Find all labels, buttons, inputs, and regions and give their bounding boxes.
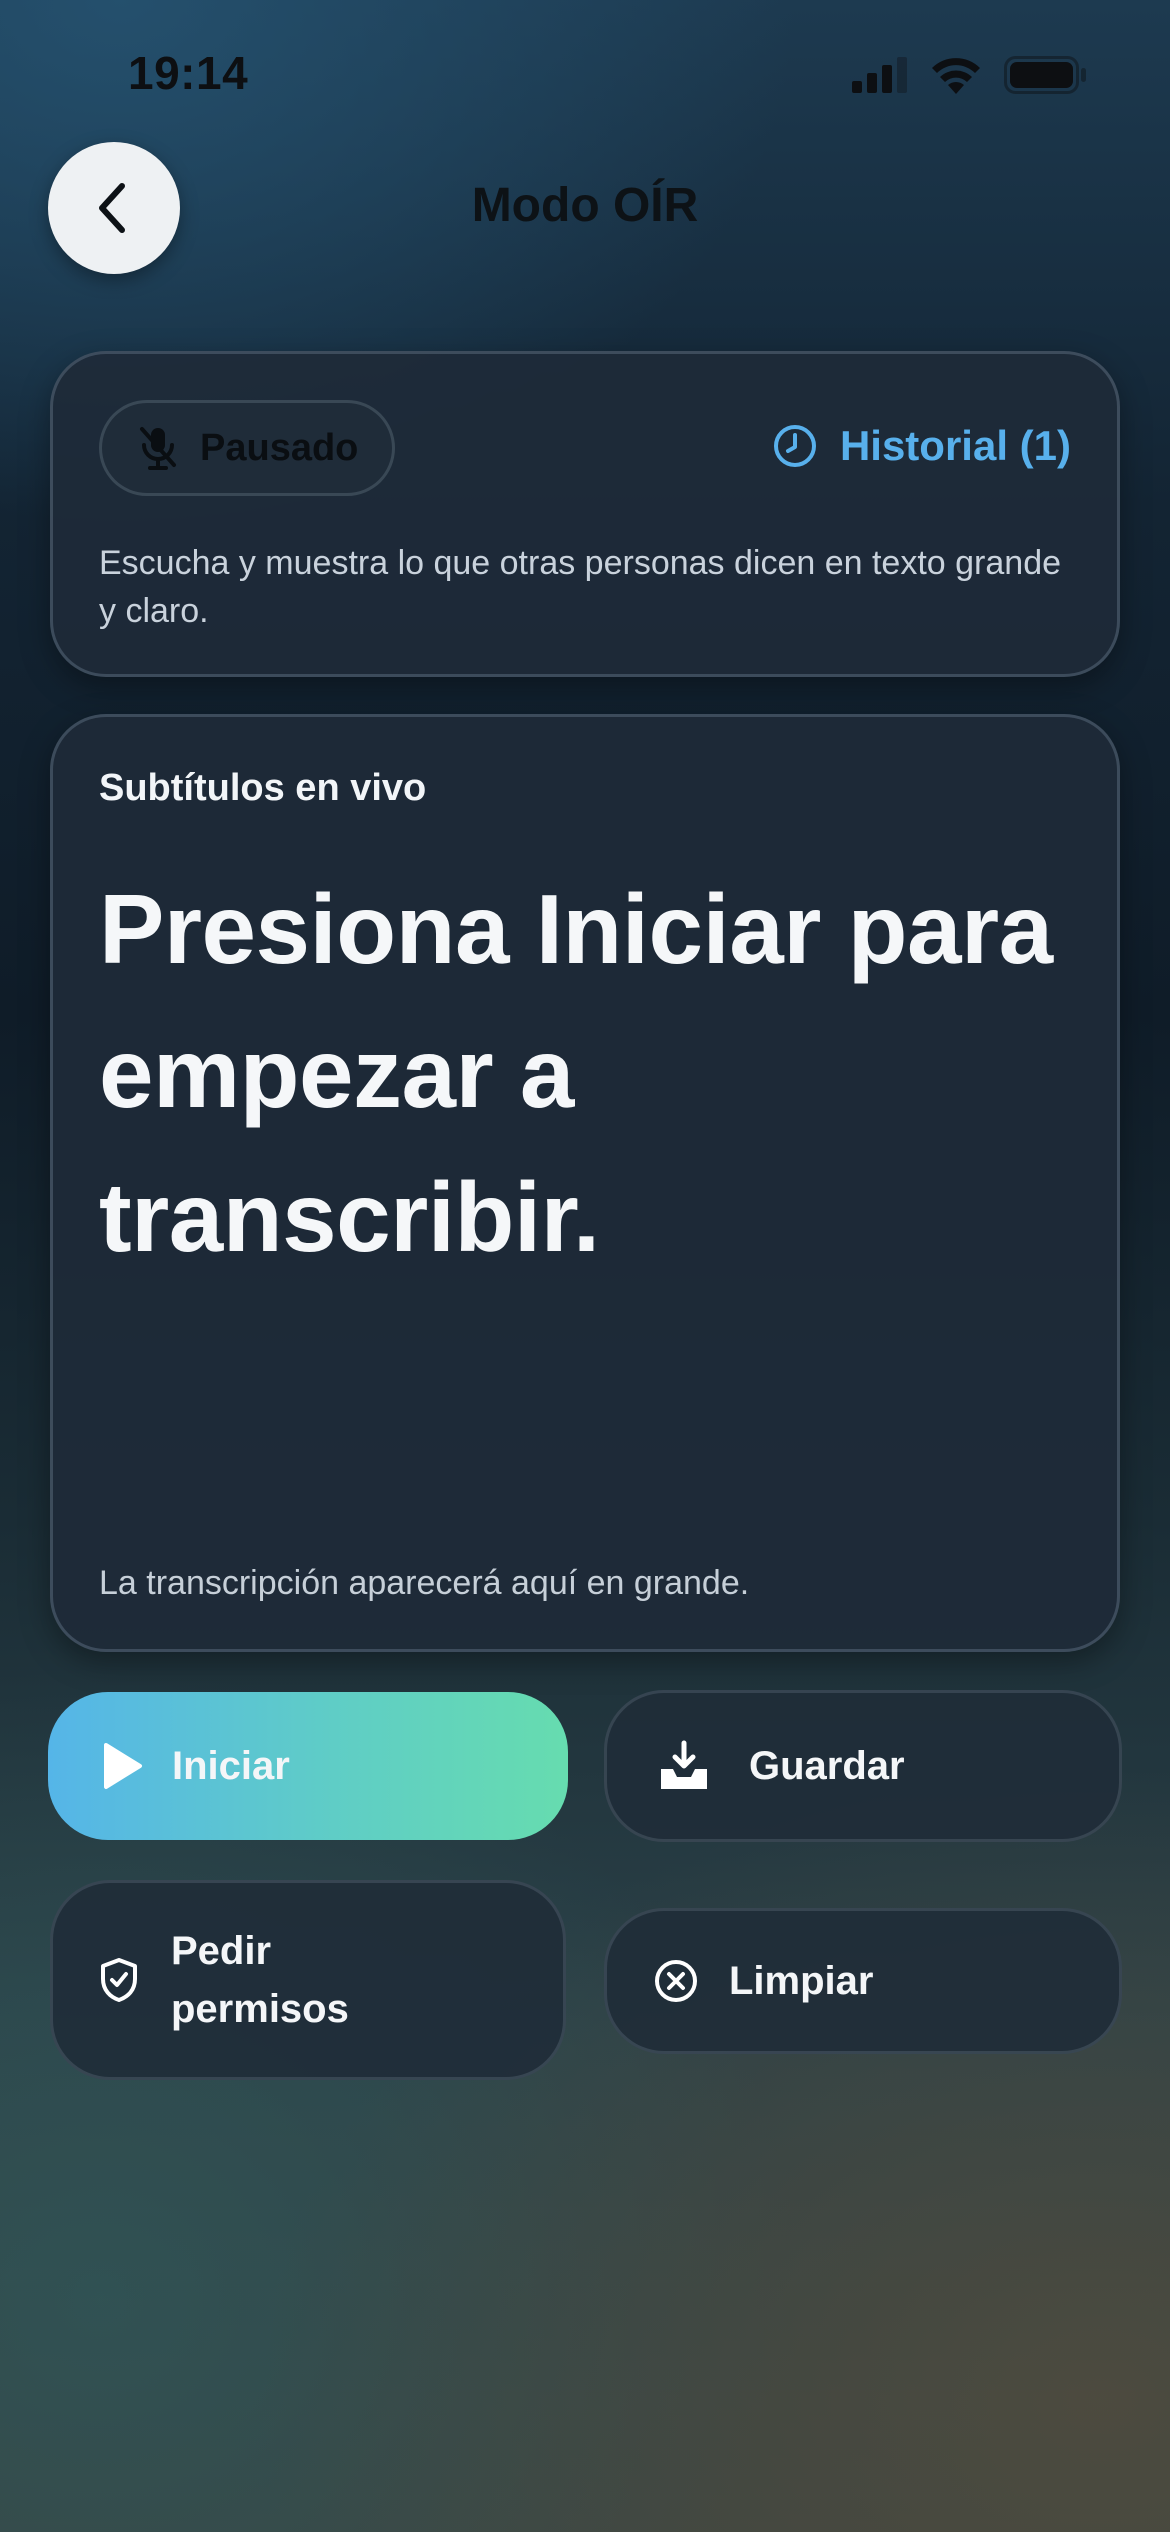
status-card: Pausado Historial (1) Escucha y muestra … xyxy=(50,351,1120,677)
signal-icon xyxy=(852,57,907,93)
download-tray-icon xyxy=(661,1740,707,1789)
start-button[interactable]: Iniciar xyxy=(48,1692,568,1840)
save-button[interactable]: Guardar xyxy=(604,1690,1122,1842)
status-pill: Pausado xyxy=(99,400,395,496)
status-pill-label: Pausado xyxy=(200,426,359,469)
shield-check-icon xyxy=(101,1958,137,2002)
live-subtitles-card: Subtítulos en vivo Presiona Iniciar para… xyxy=(50,714,1120,1652)
live-subtitles-title: Subtítulos en vivo xyxy=(99,767,427,809)
status-time: 19:14 xyxy=(128,47,249,99)
save-button-label: Guardar xyxy=(749,1743,905,1788)
status-description: Escucha y muestra lo que otras personas … xyxy=(99,544,1062,630)
wifi-icon xyxy=(932,58,980,94)
x-circle-icon xyxy=(655,1960,697,2002)
clock-icon xyxy=(773,425,816,467)
battery-icon xyxy=(1004,56,1086,94)
history-label: Historial (1) xyxy=(839,422,1071,469)
request-permissions-label: Pedir permisos xyxy=(171,1929,349,2031)
history-button[interactable]: Historial (1) xyxy=(772,422,1071,470)
transcription-hint: La transcripción aparecerá aquí en grand… xyxy=(99,1564,750,1602)
mic-off-icon xyxy=(140,427,176,470)
start-button-label: Iniciar xyxy=(172,1743,290,1788)
clear-button[interactable]: Limpiar xyxy=(604,1908,1122,2054)
page-title: Modo OÍR xyxy=(471,179,699,232)
status-icons xyxy=(852,56,1088,94)
play-icon xyxy=(104,1743,142,1789)
request-permissions-button[interactable]: Pedir permisos xyxy=(50,1880,566,2080)
transcription-text: Presiona Iniciar para empezar a transcri… xyxy=(99,874,1053,1272)
clear-button-label: Limpiar xyxy=(729,1958,874,2003)
